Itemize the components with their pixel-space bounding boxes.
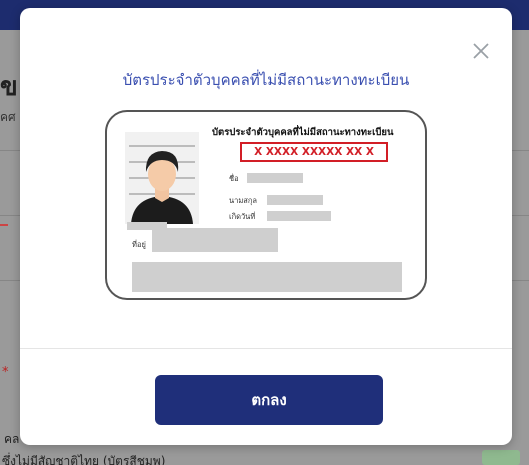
card-field-birth bbox=[267, 211, 331, 221]
card-title: บัตรประจำตัวบุคคลที่ไม่มีสถานะทางทะเบียน bbox=[212, 127, 394, 138]
background-subtext: คศ bbox=[0, 110, 16, 124]
card-label-name: ชื่อ bbox=[229, 174, 239, 183]
background-green-element bbox=[482, 450, 520, 465]
close-button[interactable] bbox=[470, 40, 492, 62]
card-label-address: ที่อยู่ bbox=[132, 240, 146, 249]
background-text: คล bbox=[4, 432, 20, 446]
card-photo bbox=[125, 132, 199, 224]
card-label-surname: นามสกุล bbox=[229, 196, 257, 205]
close-icon bbox=[473, 43, 489, 59]
card-field-surname bbox=[267, 195, 323, 205]
modal-title: บัตรประจำตัวบุคคลที่ไม่มีสถานะทางทะเบียน bbox=[122, 71, 410, 89]
background-heading: ข bbox=[0, 72, 18, 102]
card-field-name bbox=[247, 173, 303, 183]
background-required-mark: * bbox=[2, 365, 9, 380]
background-text: ซึ่งไม่มีสัญชาติไทย (บัตรสีชมพู) bbox=[2, 454, 166, 465]
modal-divider bbox=[20, 348, 512, 349]
card-field-address-line2 bbox=[132, 262, 402, 292]
id-card-illustration: บัตรประจำตัวบุคคลที่ไม่มีสถานะทางทะเบียน… bbox=[105, 110, 427, 300]
card-id-number-highlight: X XXXX XXXXX XX X bbox=[240, 142, 388, 162]
id-card-modal: บัตรประจำตัวบุคคลที่ไม่มีสถานะทางทะเบียน… bbox=[20, 8, 512, 445]
ok-button[interactable]: ตกลง bbox=[155, 375, 383, 425]
card-field-address bbox=[152, 228, 278, 252]
card-label-birth: เกิดวันที่ bbox=[229, 212, 256, 221]
background-arrow-icon bbox=[0, 224, 8, 226]
person-avatar-icon bbox=[125, 132, 199, 224]
